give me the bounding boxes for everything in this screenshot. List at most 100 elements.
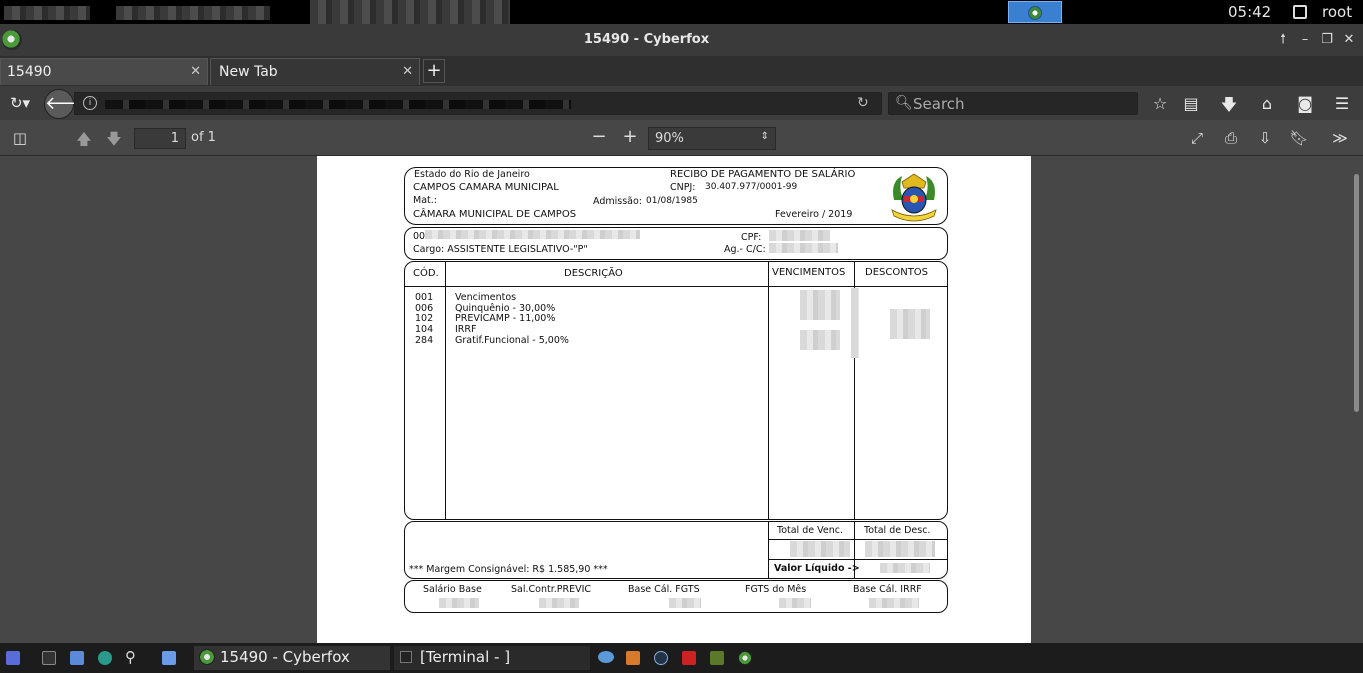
previous-page-icon[interactable]: 🡅 bbox=[74, 129, 94, 154]
folder-icon[interactable] bbox=[162, 651, 176, 665]
row-cod: 102 bbox=[415, 313, 434, 324]
total-venc-label: Total de Venc. bbox=[777, 525, 843, 536]
tab-close-icon[interactable]: ✕ bbox=[402, 64, 413, 79]
back-button[interactable]: 🡐 bbox=[44, 89, 93, 119]
scrollbar-thumb[interactable] bbox=[1354, 174, 1359, 412]
pdf-toolbar: ◫ 🡅 🡇 1 of 1 − + 90% ⇕ ⤢ ⎙ ⇩ 🔖︎ ≫ bbox=[0, 120, 1363, 156]
cyberfox-launcher-icon[interactable] bbox=[738, 651, 752, 665]
clock[interactable]: 05:42 bbox=[1228, 3, 1271, 21]
taskbar-item-label: [Terminal - ] bbox=[420, 648, 511, 666]
zoom-in-icon[interactable]: + bbox=[620, 126, 640, 147]
sidebar-toggle-icon[interactable]: ◫ bbox=[10, 129, 30, 147]
downloads-icon[interactable]: 🡇 bbox=[1218, 94, 1240, 121]
cpf-redacted bbox=[769, 230, 830, 241]
fgts-mes-label: FGTS do Mês bbox=[745, 584, 807, 595]
home-icon[interactable]: ⌂ bbox=[1256, 94, 1278, 113]
cnpj-label: CNPJ: bbox=[670, 182, 696, 193]
tools-icon[interactable]: ≫ bbox=[1330, 129, 1350, 147]
pdf-viewer[interactable]: Estado do Rio de Janeiro CAMPOS CAMARA M… bbox=[0, 156, 1363, 643]
settings-icon[interactable] bbox=[98, 651, 112, 665]
search-placeholder: Search bbox=[913, 95, 965, 113]
search-input[interactable]: 🔍︎ Search bbox=[888, 92, 1138, 115]
window-titlebar[interactable]: 15490 - Cyberfox 🠕 – ❐ ✕ bbox=[0, 24, 1363, 56]
panel-tasks[interactable] bbox=[116, 6, 270, 20]
window-up-icon[interactable]: 🠕 bbox=[1274, 31, 1292, 49]
row-cod: 284 bbox=[415, 335, 434, 346]
tab-close-icon[interactable]: ✕ bbox=[190, 64, 201, 79]
vertical-scrollbar[interactable] bbox=[1349, 156, 1363, 643]
file-manager-icon[interactable] bbox=[70, 651, 84, 665]
taskbar-item-cyberfox[interactable]: 15490 - Cyberfox bbox=[194, 646, 390, 670]
period: Fevereiro / 2019 bbox=[775, 209, 853, 220]
cpf-label: CPF: bbox=[741, 232, 762, 243]
wireshark-icon[interactable] bbox=[654, 651, 668, 665]
org-name: CAMPOS CAMARA MUNICIPAL bbox=[413, 182, 559, 193]
row-desc: IRRF bbox=[455, 324, 477, 335]
terminal-icon[interactable] bbox=[42, 651, 56, 665]
reload-icon[interactable]: ↻ bbox=[857, 95, 869, 111]
bookmark-icon[interactable]: 🔖︎ bbox=[1289, 129, 1309, 147]
tab-new-tab[interactable]: New Tab ✕ bbox=[210, 58, 420, 85]
coat-of-arms-logo bbox=[888, 170, 940, 222]
col-header-cod: CÓD. bbox=[413, 268, 439, 279]
admissao-date: 01/08/1985 bbox=[646, 196, 698, 206]
reading-list-icon[interactable]: ▤ bbox=[1180, 94, 1202, 113]
taskbar: ⚲ 15490 - Cyberfox [Terminal - ] bbox=[0, 643, 1363, 673]
pocket-icon[interactable]: ◙ bbox=[1294, 94, 1316, 113]
maximize-icon[interactable]: ❐ bbox=[1318, 31, 1336, 49]
tab-label: 15490 bbox=[7, 64, 52, 80]
zoom-out-icon[interactable]: − bbox=[589, 126, 609, 147]
totals-hline bbox=[769, 559, 947, 560]
venc-values-redacted bbox=[851, 288, 859, 358]
new-tab-button[interactable]: + bbox=[423, 59, 445, 83]
row-cod: 104 bbox=[415, 324, 434, 335]
user-name[interactable]: root bbox=[1322, 3, 1352, 21]
panel-tasks-2[interactable] bbox=[310, 0, 510, 24]
admissao-label: Admissão: bbox=[593, 196, 642, 207]
tab-active[interactable]: 15490 ✕ bbox=[0, 58, 208, 85]
col-header-descontos: DESCONTOS bbox=[865, 267, 929, 278]
search-app-icon[interactable]: ⚲ bbox=[125, 648, 136, 666]
url-bar[interactable]: i ↻ bbox=[74, 92, 882, 115]
workspace-switcher[interactable] bbox=[4, 6, 90, 20]
agcc-redacted bbox=[769, 243, 838, 253]
pdf-page: Estado do Rio de Janeiro CAMPOS CAMARA M… bbox=[317, 156, 1031, 643]
eye-icon[interactable] bbox=[598, 651, 614, 663]
presentation-mode-icon[interactable]: ⤢ bbox=[1187, 129, 1207, 147]
taskbar-item-terminal[interactable]: [Terminal - ] bbox=[394, 646, 590, 670]
employee-code-prefix: 00 bbox=[413, 231, 426, 242]
navigation-bar: ↻▾ 🡐 i ↻ 🔍︎ Search ☆ ▤ 🡇 ⌂ ◙ ☰ bbox=[0, 86, 1363, 120]
close-icon[interactable]: ✕ bbox=[1340, 31, 1358, 49]
desktop-icon[interactable] bbox=[6, 651, 20, 665]
history-icon[interactable]: ↻▾ bbox=[6, 94, 34, 112]
window-title: 15490 - Cyberfox bbox=[583, 32, 710, 47]
minimize-icon[interactable]: – bbox=[1296, 31, 1314, 49]
sal-contr-label: Sal.Contr.PREVIC bbox=[511, 584, 592, 595]
next-page-icon[interactable]: 🡇 bbox=[104, 129, 124, 154]
terminal-small-icon bbox=[400, 651, 412, 663]
select-arrows-icon: ⇕ bbox=[760, 131, 769, 142]
tray-app-button[interactable] bbox=[1008, 1, 1062, 23]
col-divider bbox=[445, 262, 446, 519]
hydra-icon[interactable] bbox=[710, 651, 724, 665]
agcc-label: Ag.- C/C: bbox=[724, 244, 766, 255]
base-fgts-label: Base Cál. FGTS bbox=[628, 584, 700, 595]
tab-bar: 15490 ✕ New Tab ✕ + bbox=[0, 56, 1363, 86]
col-header-desc: DESCRIÇÃO bbox=[564, 268, 623, 279]
valor-liquido-label: Valor Líquido -> bbox=[774, 563, 860, 574]
department: CÂMARA MUNICIPAL DE CAMPOS bbox=[413, 209, 577, 220]
zoom-select[interactable]: 90% ⇕ bbox=[648, 127, 776, 150]
menu-icon[interactable]: ☰ bbox=[1331, 94, 1353, 113]
system-panel: 05:42 root bbox=[0, 0, 1363, 24]
cnpj-value: 30.407.977/0001-99 bbox=[705, 182, 798, 192]
armitage-icon[interactable] bbox=[682, 651, 696, 665]
info-icon[interactable]: i bbox=[83, 96, 97, 110]
burp-icon[interactable] bbox=[626, 651, 640, 665]
bookmark-star-icon[interactable]: ☆ bbox=[1149, 94, 1171, 113]
save-icon[interactable]: ⇩ bbox=[1255, 129, 1275, 147]
page-number-input[interactable]: 1 bbox=[134, 128, 186, 149]
print-icon[interactable]: ⎙ bbox=[1221, 129, 1241, 147]
valor-liquido-redacted bbox=[880, 563, 930, 573]
lock-icon[interactable] bbox=[1293, 5, 1307, 19]
search-icon: 🔍︎ bbox=[895, 95, 913, 111]
